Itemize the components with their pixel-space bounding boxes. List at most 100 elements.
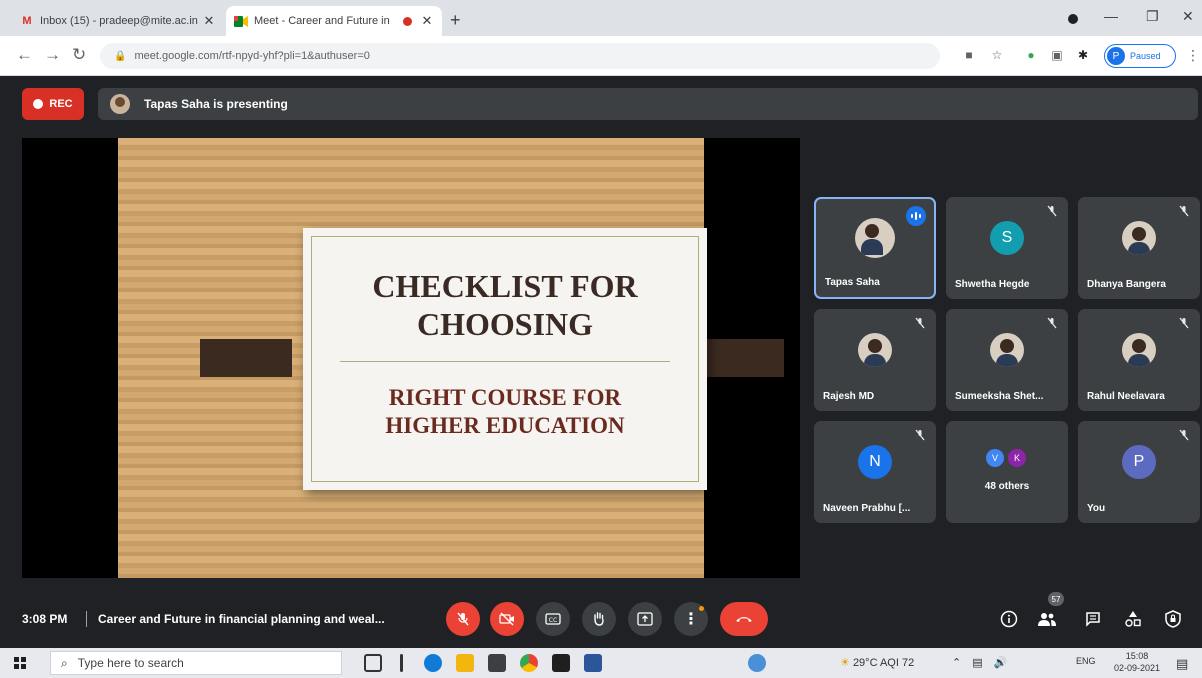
recording-indicator-icon [403, 16, 412, 26]
avatar [855, 218, 895, 259]
restore-button[interactable]: ❐ [1146, 8, 1159, 25]
svg-text:CC: CC [549, 617, 557, 624]
participant-tile[interactable]: S Shwetha Hegde [946, 197, 1068, 299]
participant-tile[interactable]: Rahul Neelavara [1078, 309, 1200, 411]
windows-taskbar: ⌕ Type here to search ☀ 29°C AQI 72 ⌃ ▤ … [0, 648, 1202, 678]
speaking-indicator-icon [906, 206, 926, 226]
tab-meet[interactable]: Meet - Career and Future in ✕ [226, 6, 442, 36]
presenting-banner: Tapas Saha is presenting [98, 88, 1198, 120]
participant-tile[interactable]: Dhanya Bangera [1078, 197, 1200, 299]
mic-off-icon [915, 317, 925, 329]
meeting-details-button[interactable] [998, 608, 1020, 630]
minimize-button[interactable]: — [1104, 8, 1118, 24]
present-now-button[interactable] [628, 602, 662, 636]
mic-toggle-button[interactable] [446, 602, 480, 636]
host-controls-button[interactable] [1162, 608, 1184, 630]
hand-icon [594, 612, 604, 626]
profile-button[interactable]: P Paused [1104, 44, 1176, 68]
search-icon: ⌕ [61, 655, 68, 670]
tab-gmail[interactable]: M Inbox (15) - pradeep@mite.ac.in ✕ [12, 6, 224, 36]
participant-name: Rajesh MD [823, 391, 875, 402]
participant-name: Tapas Saha [825, 277, 880, 288]
participant-tile[interactable]: N Naveen Prabhu [... [814, 421, 936, 523]
captions-icon: CC [545, 613, 561, 625]
app-icon[interactable] [748, 654, 766, 672]
extension-icon[interactable]: ▣ [1050, 48, 1064, 62]
file-explorer-icon[interactable] [456, 654, 474, 672]
browser-toolbar: ← → ↻ 🔒 meet.google.com/rtf-npyd-yhf?pli… [0, 36, 1202, 76]
slide-decoration [200, 339, 292, 377]
system-tray-icons[interactable]: ⌃ ▤ 🔊 [952, 656, 1007, 669]
leave-call-button[interactable] [720, 602, 768, 636]
weather-widget[interactable]: ☀ 29°C AQI 72 [840, 656, 914, 669]
browser-menu-icon[interactable]: ⋮ [1186, 47, 1200, 64]
profile-indicator-icon [1068, 14, 1078, 24]
participant-name: Dhanya Bangera [1087, 279, 1166, 290]
new-tab-button[interactable]: + [450, 10, 461, 31]
meeting-title: Career and Future in financial planning … [98, 612, 385, 626]
chevron-up-icon: ⌃ [952, 657, 962, 669]
word-icon[interactable] [584, 654, 602, 672]
participant-tile[interactable]: Sumeeksha Shet... [946, 309, 1068, 411]
chat-icon [1086, 612, 1100, 627]
bookmark-star-icon[interactable]: ☆ [990, 48, 1004, 62]
photos-icon[interactable] [552, 654, 570, 672]
task-view-icon[interactable] [364, 654, 382, 672]
presenting-text: Tapas Saha is presenting [144, 97, 288, 111]
close-icon[interactable]: ✕ [420, 13, 434, 29]
avatar: N [858, 444, 892, 479]
back-button[interactable]: ← [16, 45, 33, 65]
camera-in-use-icon[interactable]: ■ [962, 48, 976, 62]
taskbar-divider-icon [400, 654, 403, 672]
chat-button[interactable] [1082, 608, 1104, 630]
avatar [110, 94, 130, 114]
forward-button[interactable]: → [44, 45, 61, 65]
chrome-icon[interactable] [520, 654, 538, 672]
taskbar-clock[interactable]: 15:08 02-09-2021 [1112, 650, 1162, 674]
windows-start-icon[interactable] [14, 657, 26, 669]
more-options-button[interactable]: ⋮ [674, 602, 708, 636]
participant-name: Sumeeksha Shet... [955, 391, 1044, 402]
notifications-icon[interactable]: ▤ [1176, 656, 1188, 672]
present-screen-icon [637, 612, 653, 626]
mic-off-icon [1047, 205, 1057, 217]
meet-icon [234, 15, 248, 27]
record-dot-icon [33, 99, 44, 109]
activities-button[interactable] [1122, 608, 1144, 630]
presentation-stage: CHECKLIST FOR CHOOSING RIGHT COURSE FOR … [22, 138, 800, 578]
url-text: meet.google.com/rtf-npyd-yhf?pli=1&authu… [134, 50, 370, 62]
meeting-controls-bar: 3:08 PM Career and Future in financial p… [0, 580, 1202, 648]
people-button[interactable] [1036, 608, 1058, 630]
slide-subtitle-line: HIGHER EDUCATION [385, 413, 625, 438]
edge-browser-icon[interactable] [424, 654, 442, 672]
participant-tile[interactable]: Rajesh MD [814, 309, 936, 411]
raise-hand-button[interactable] [582, 602, 616, 636]
lock-icon: 🔒 [114, 50, 127, 62]
close-icon[interactable]: ✕ [202, 13, 216, 29]
extension-icon[interactable]: ● [1024, 48, 1038, 62]
reload-button[interactable]: ↻ [72, 45, 86, 65]
hang-up-icon [736, 617, 752, 622]
others-tile[interactable]: V K 48 others [946, 421, 1068, 523]
meeting-clock: 3:08 PM [22, 612, 68, 626]
window-close-button[interactable]: ✕ [1182, 8, 1194, 25]
mic-off-icon [457, 612, 469, 626]
taskbar-search-box[interactable]: ⌕ Type here to search [50, 651, 342, 675]
mail-icon[interactable] [488, 654, 506, 672]
volume-icon: 🔊 [993, 657, 1008, 669]
mic-off-icon [1179, 429, 1189, 441]
rec-label: REC [49, 98, 73, 110]
avatar [858, 332, 892, 367]
language-indicator[interactable]: ENG [1076, 656, 1096, 666]
participant-name: You [1087, 503, 1106, 514]
captions-button[interactable]: CC [536, 602, 570, 636]
slide-subtitle-line: RIGHT COURSE FOR [388, 385, 622, 410]
self-tile[interactable]: P You [1078, 421, 1200, 523]
extensions-puzzle-icon[interactable]: ✱ [1076, 48, 1090, 62]
divider [86, 611, 87, 627]
address-bar[interactable]: 🔒 meet.google.com/rtf-npyd-yhf?pli=1&aut… [100, 43, 940, 69]
avatar: V [986, 449, 1004, 467]
avatar: K [1008, 449, 1026, 467]
camera-toggle-button[interactable] [490, 602, 524, 636]
participant-tile[interactable]: Tapas Saha [814, 197, 936, 299]
